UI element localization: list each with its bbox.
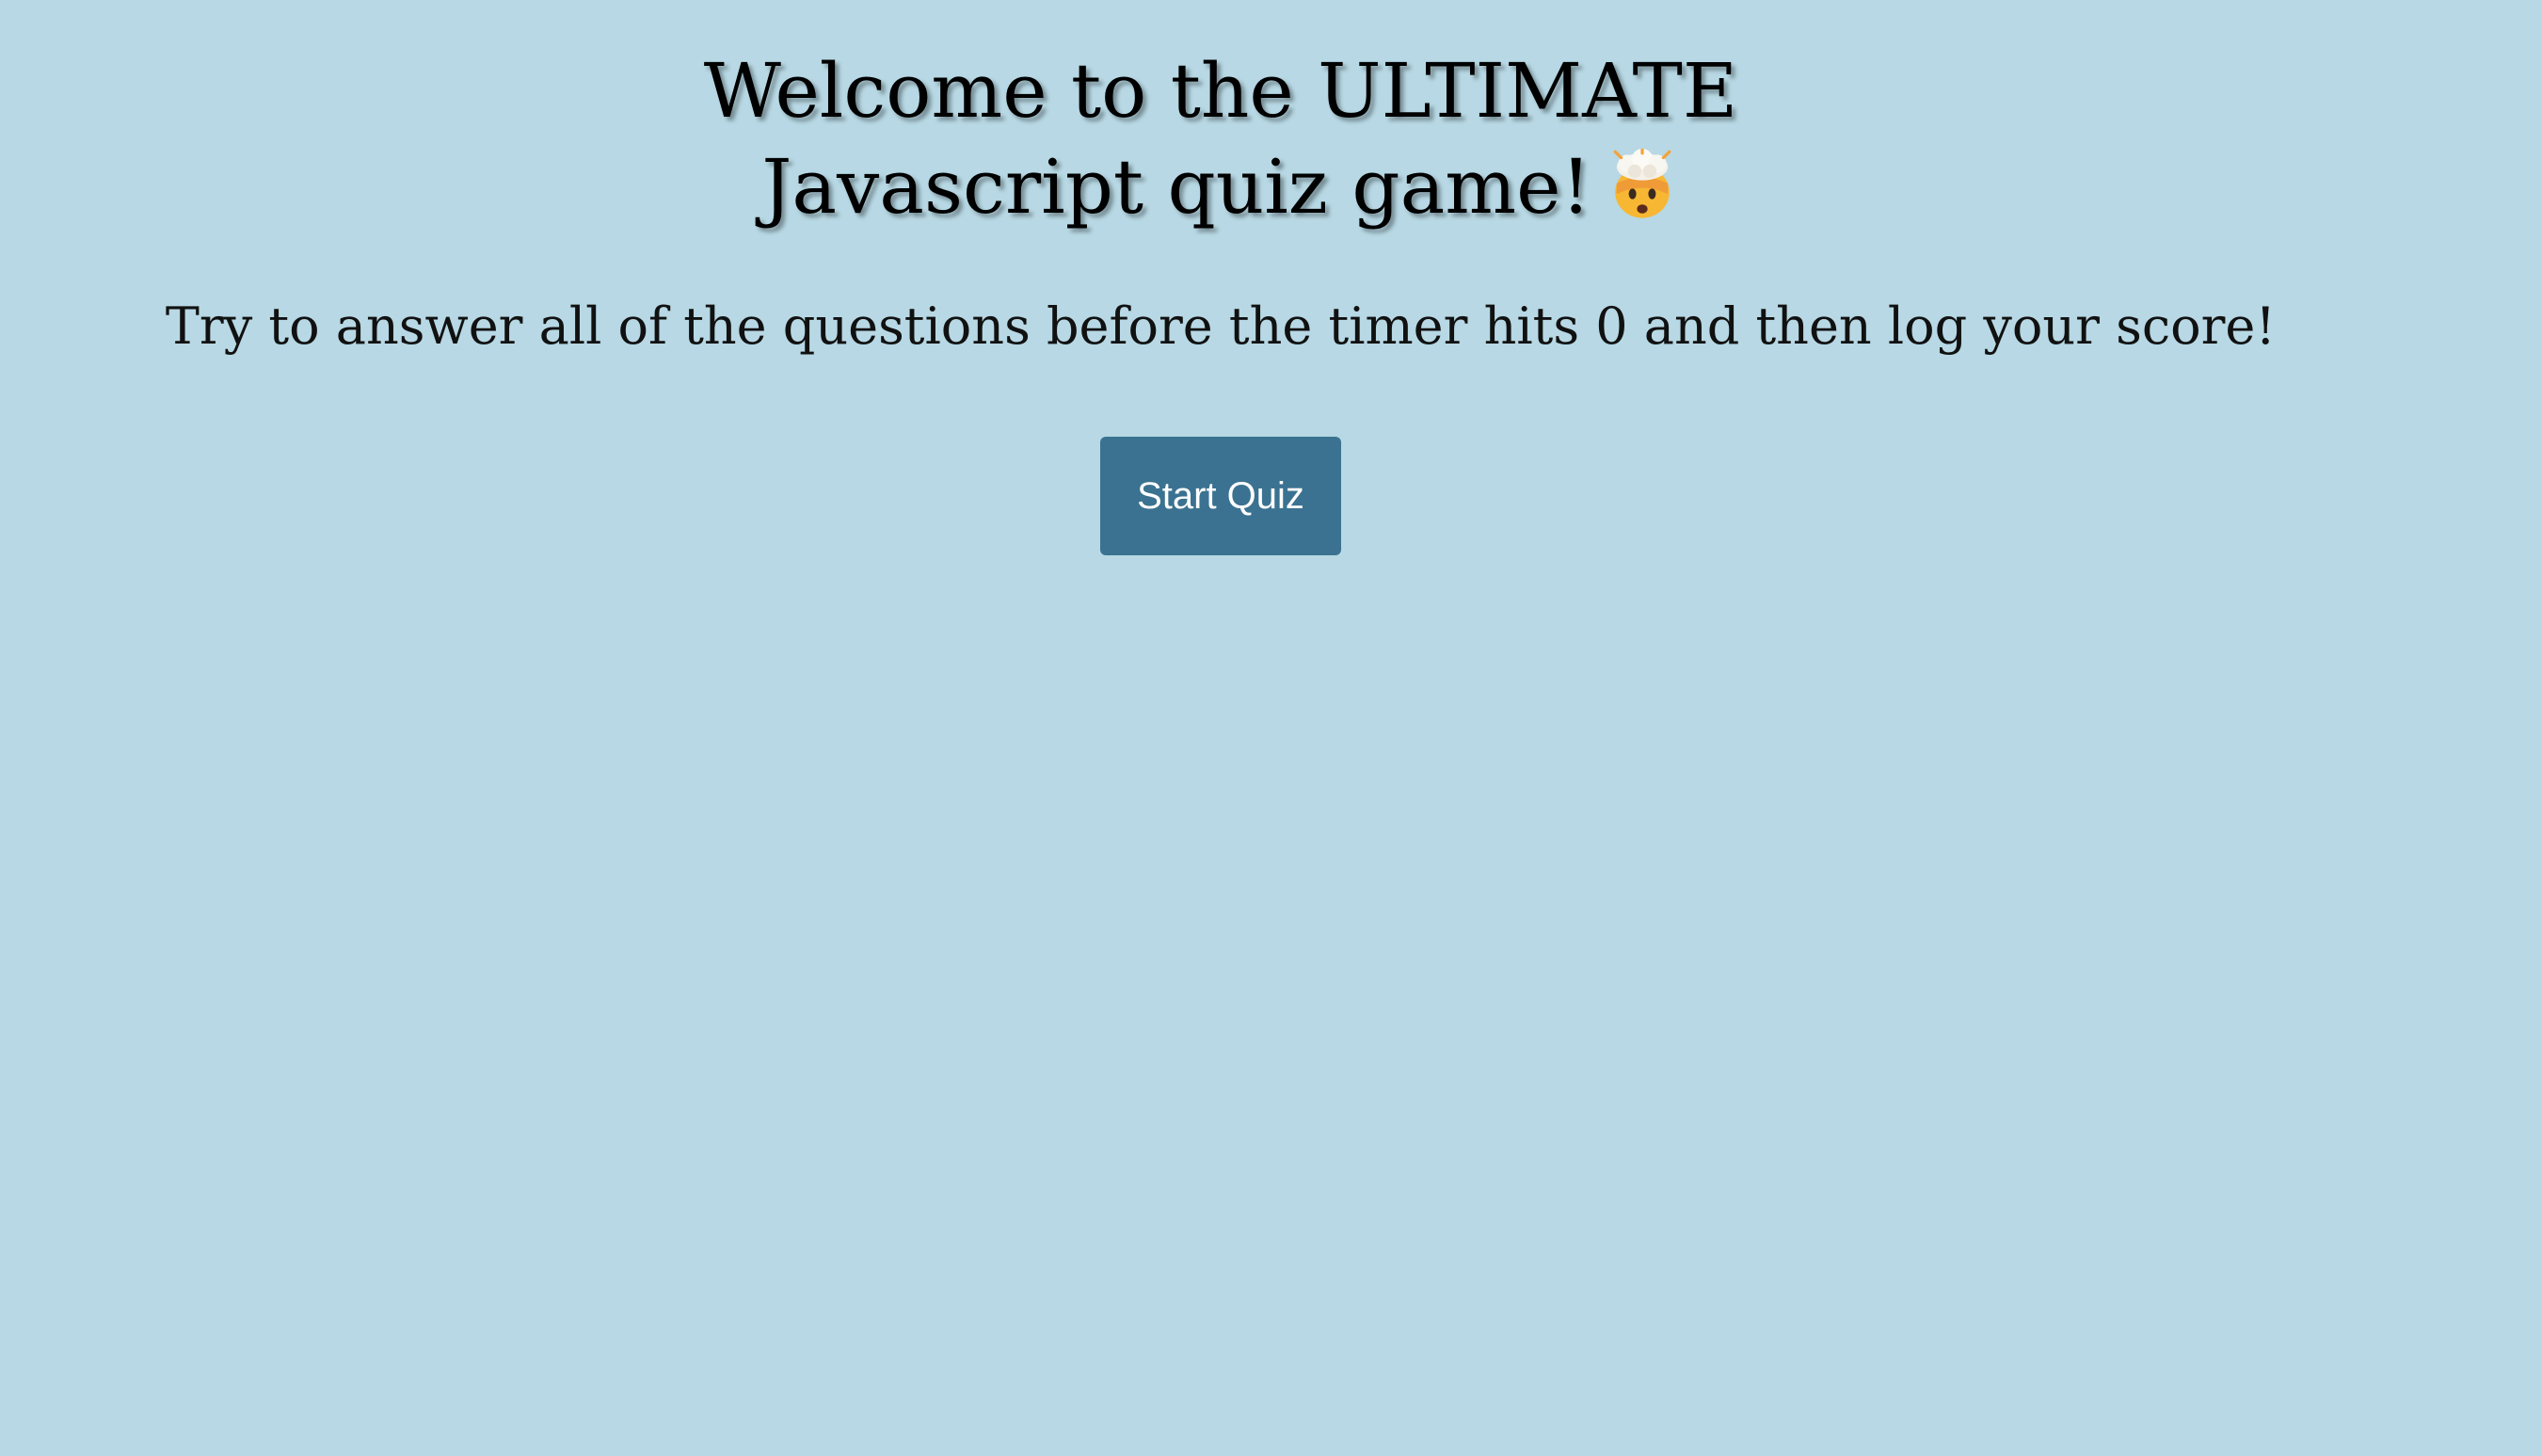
title-line-1: Welcome to the ULTIMATE xyxy=(703,47,1738,135)
start-quiz-button[interactable]: Start Quiz xyxy=(1100,437,1341,555)
title-line-2-wrapper: Javascript quiz game! xyxy=(0,139,2441,235)
exploding-head-icon xyxy=(1613,149,1671,218)
quiz-start-page: Welcome to the ULTIMATE Javascript quiz … xyxy=(0,0,2542,1456)
instructions-text: Try to answer all of the questions befor… xyxy=(165,296,2277,356)
page-title: Welcome to the ULTIMATE Javascript quiz … xyxy=(0,43,2441,235)
title-line-2: Javascript quiz game! xyxy=(761,143,1591,231)
